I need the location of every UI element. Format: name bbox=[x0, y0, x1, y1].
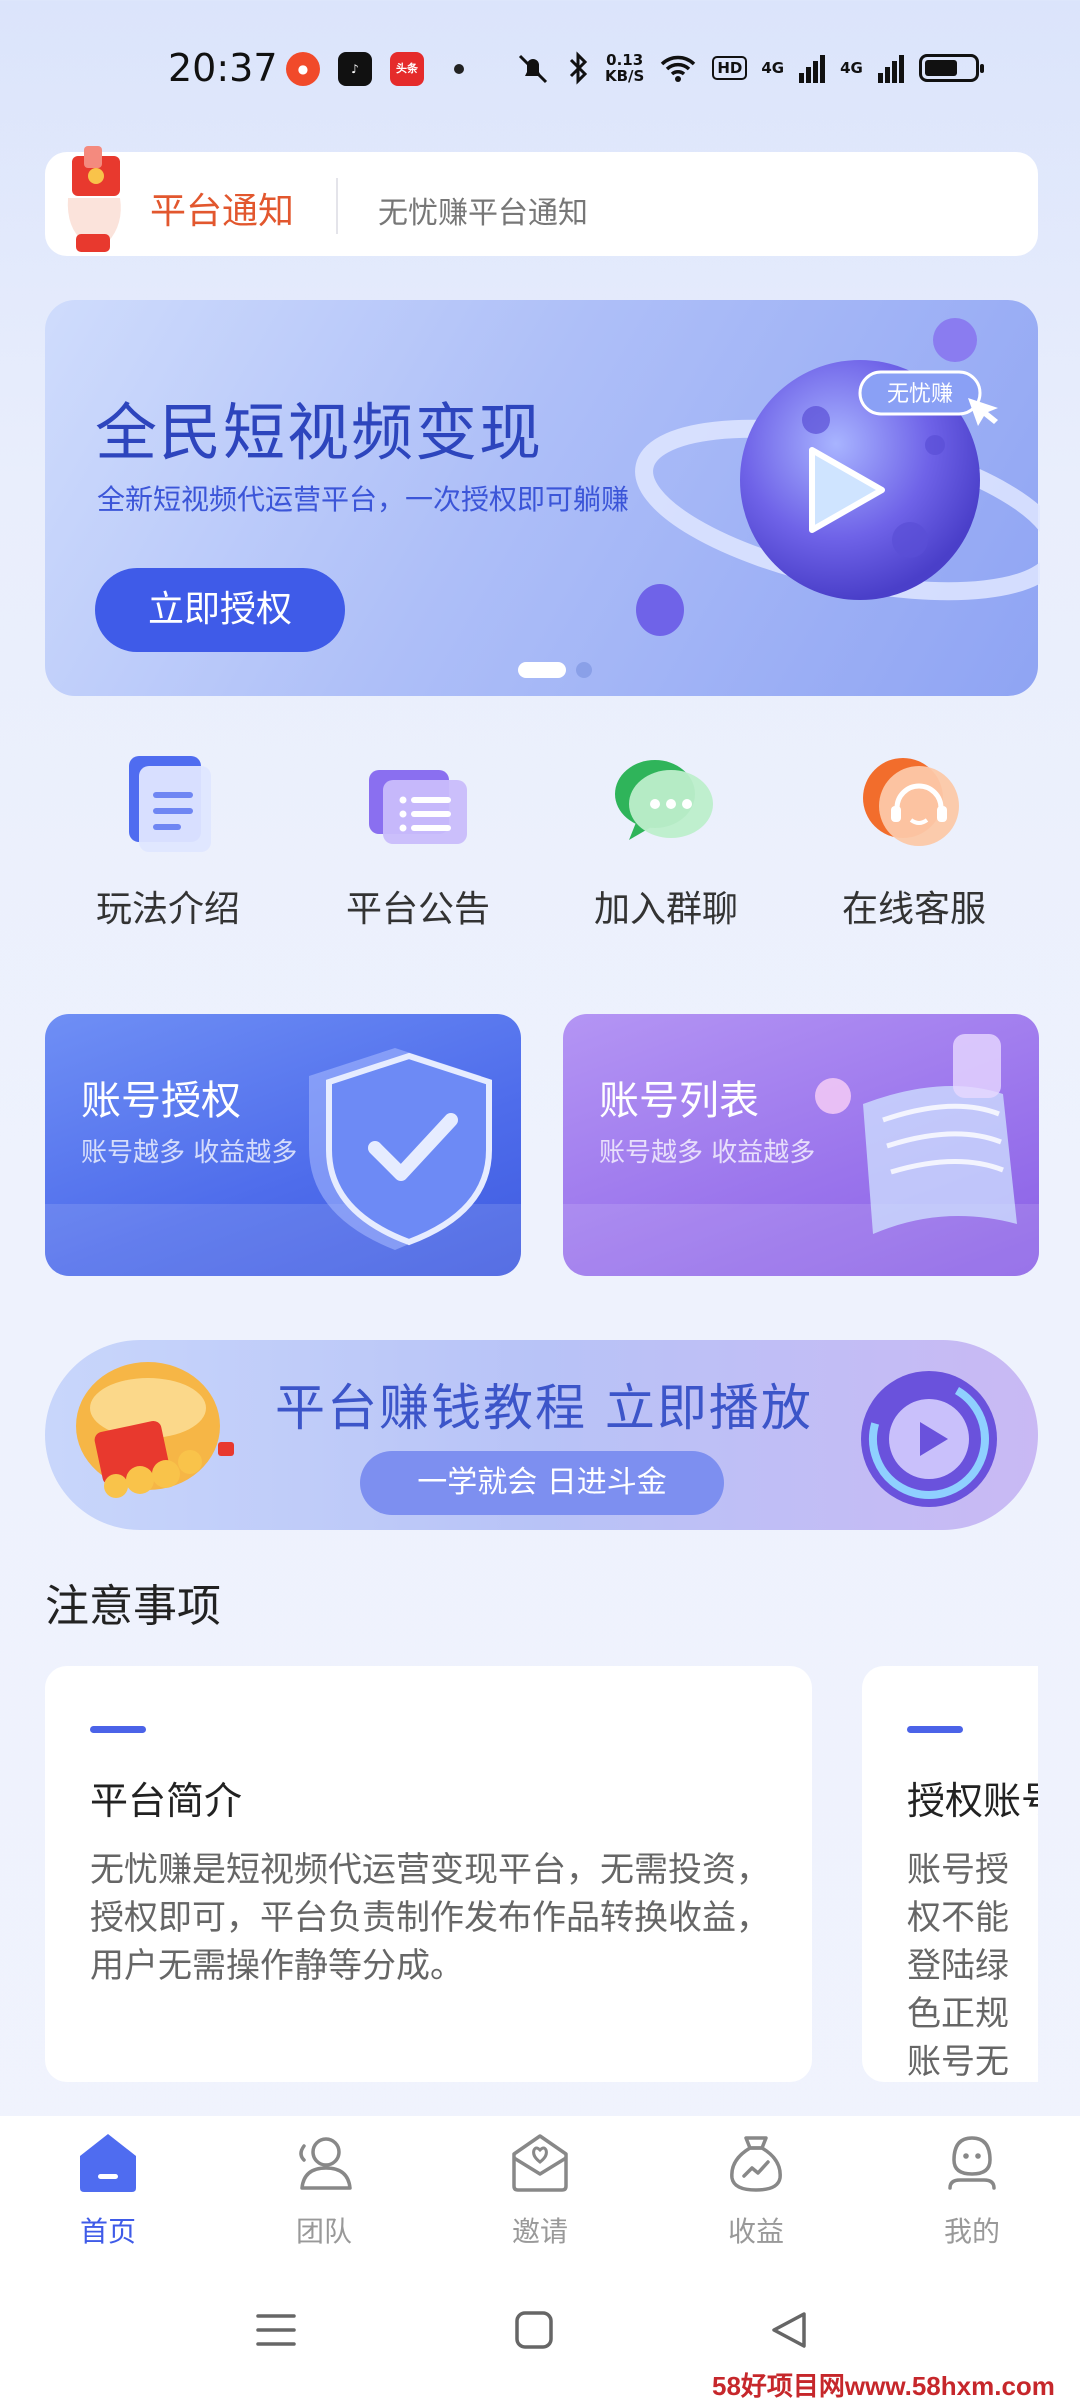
profile-icon bbox=[948, 2136, 996, 2190]
watermark: 58好项目网www.58hxm.com bbox=[712, 2371, 1055, 2400]
quick-platform-announcement[interactable]: 平台公告 bbox=[318, 748, 518, 948]
tab-team[interactable]: 团队 bbox=[254, 2130, 394, 2250]
net-speed: 0.13 KB/S bbox=[605, 51, 645, 85]
tutorial-title: 平台赚钱教程 立即播放 bbox=[275, 1379, 813, 1437]
note-accent-bar bbox=[90, 1726, 146, 1733]
card-title: 账号列表 bbox=[599, 1078, 759, 1124]
account-authorize-card[interactable]: 账号授权 账号越多 收益越多 bbox=[45, 1014, 521, 1276]
quick-label: 平台公告 bbox=[345, 889, 490, 930]
note-accent-bar bbox=[907, 1726, 963, 1733]
banner-dot[interactable] bbox=[576, 662, 592, 678]
tab-profile[interactable]: 我的 bbox=[902, 2130, 1042, 2250]
planet-play-illustration: 无忧赚 bbox=[635, 318, 1040, 636]
team-icon bbox=[299, 2137, 352, 2190]
home-icon bbox=[80, 2134, 136, 2192]
tutorial-pill[interactable]: 一学就会 日进斗金 bbox=[360, 1451, 724, 1515]
announcement-list-icon bbox=[369, 770, 467, 844]
banner-title: 全民短视频变现 bbox=[95, 396, 544, 469]
note-card-authorize-account[interactable]: 授权账号 账号授权不能登陆绿色正规账号无影 bbox=[862, 1666, 1038, 2082]
quick-join-group-chat[interactable]: 加入群聊 bbox=[566, 748, 766, 948]
battery-icon bbox=[918, 54, 984, 82]
shield-check-icon bbox=[309, 1048, 492, 1250]
authorize-now-button[interactable]: 立即授权 bbox=[95, 568, 345, 652]
card-subtitle: 账号越多 收益越多 bbox=[81, 1138, 298, 1168]
tab-earnings[interactable]: 收益 bbox=[686, 2130, 826, 2250]
tab-label: 首页 bbox=[79, 2215, 136, 2248]
notice-title: 平台通知 bbox=[150, 191, 295, 232]
notification-dot-icon bbox=[454, 64, 464, 74]
quick-label: 在线客服 bbox=[841, 889, 986, 930]
notice-text[interactable]: 无忧赚平台通知 bbox=[378, 188, 588, 232]
signal-4g-icon-2: 4G bbox=[840, 59, 863, 77]
note-card-platform-intro[interactable]: 平台简介 无忧赚是短视频代运营变现平台，无需投资，授权即可，平台负责制作发布作品… bbox=[45, 1666, 812, 2082]
note-body: 账号授权不能登陆绿色正规账号无影 bbox=[907, 1850, 1009, 2082]
signal-bars-icon-2 bbox=[877, 55, 904, 83]
tab-label: 团队 bbox=[295, 2215, 352, 2248]
banner-tag: 无忧赚 bbox=[887, 382, 953, 407]
card-title: 账号授权 bbox=[81, 1078, 241, 1124]
signal-4g-icon: 4G bbox=[761, 59, 785, 77]
chat-bubble-icon bbox=[615, 760, 713, 840]
gift-box-coins-icon bbox=[76, 1362, 234, 1498]
banner-dot-active[interactable] bbox=[518, 662, 566, 678]
toutiao-icon: 头条 bbox=[390, 52, 424, 86]
money-bag-icon bbox=[730, 2136, 782, 2192]
douyin-icon: ♪ bbox=[338, 52, 372, 86]
quick-gameplay-intro[interactable]: 玩法介绍 bbox=[68, 748, 268, 948]
card-subtitle: 账号越多 收益越多 bbox=[599, 1138, 816, 1168]
status-time: 20:37 bbox=[168, 46, 278, 90]
tab-label: 收益 bbox=[727, 2215, 784, 2248]
document-icon bbox=[129, 756, 211, 852]
note-body: 无忧赚是短视频代运营变现平台，无需投资，授权即可，平台负责制作发布作品转换收益，… bbox=[90, 1850, 770, 1986]
notice-divider bbox=[336, 178, 338, 234]
quick-label: 加入群聊 bbox=[593, 889, 738, 930]
list-scroll-icon bbox=[815, 1034, 1017, 1234]
weibo-icon: ● bbox=[286, 52, 320, 86]
customer-service-headset-icon bbox=[863, 758, 959, 846]
tab-label: 邀请 bbox=[511, 2215, 568, 2248]
home-square-icon[interactable] bbox=[508, 2304, 560, 2356]
tab-label: 我的 bbox=[943, 2215, 1000, 2248]
tab-home[interactable]: 首页 bbox=[38, 2130, 178, 2250]
notes-section-title: 注意事项 bbox=[45, 1581, 221, 1632]
system-icons: 0.13 KB/S HD 4G 4G bbox=[515, 48, 984, 88]
signal-bars-icon bbox=[799, 55, 826, 83]
note-title: 授权账号 bbox=[907, 1779, 1038, 1823]
note-title: 平台简介 bbox=[90, 1779, 243, 1823]
wifi-icon bbox=[661, 55, 696, 82]
banner-pagination[interactable] bbox=[518, 662, 592, 678]
account-list-card[interactable]: 账号列表 账号越多 收益越多 bbox=[563, 1014, 1039, 1276]
red-envelope-hand-icon bbox=[67, 146, 121, 252]
hd-voice-icon: HD bbox=[712, 56, 748, 80]
quick-online-support[interactable]: 在线客服 bbox=[814, 748, 1014, 948]
invite-envelope-icon bbox=[512, 2134, 568, 2192]
back-triangle-icon[interactable] bbox=[764, 2304, 816, 2356]
menu-icon[interactable] bbox=[250, 2304, 302, 2356]
banner-subtitle: 全新短视频代运营平台，一次授权即可躺赚 bbox=[97, 483, 630, 516]
mute-bell-icon bbox=[518, 54, 548, 84]
play-circle-icon[interactable] bbox=[856, 1366, 1002, 1512]
tab-invite[interactable]: 邀请 bbox=[470, 2130, 610, 2250]
status-bar: 20:37 ● ♪ 头条 0.13 KB/S HD 4G 4G bbox=[0, 0, 1080, 140]
quick-label: 玩法介绍 bbox=[95, 889, 240, 930]
bluetooth-icon bbox=[569, 51, 588, 85]
